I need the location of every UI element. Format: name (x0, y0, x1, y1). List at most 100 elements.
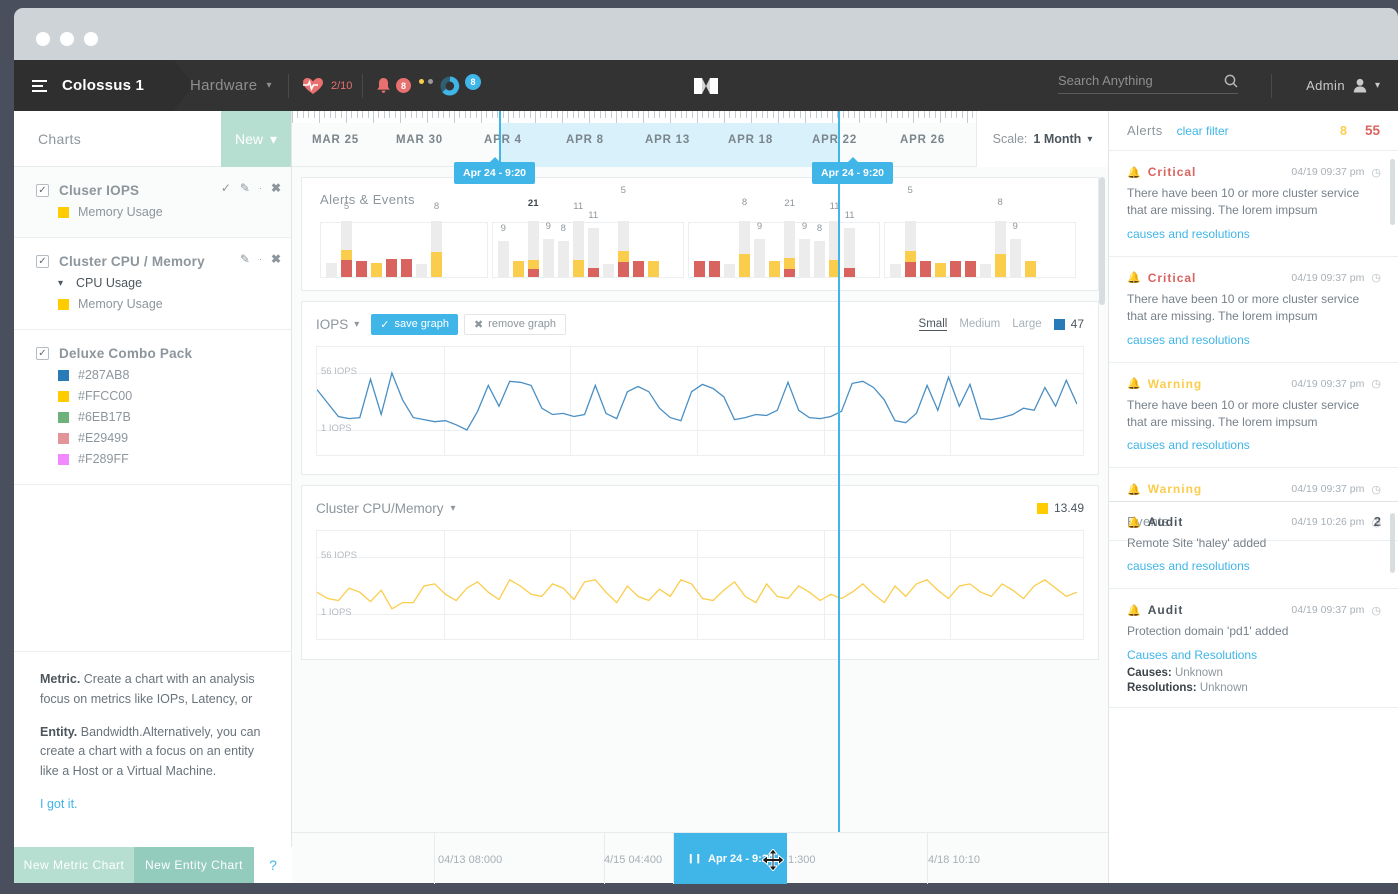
bar-column[interactable] (415, 221, 428, 277)
edit-pencil-icon[interactable]: ✎ (240, 253, 250, 265)
bar-column[interactable] (1024, 221, 1037, 277)
hamburger-menu-icon[interactable] (32, 80, 47, 92)
bar-column[interactable]: 5 (617, 221, 630, 277)
event-causes-link[interactable]: causes and resolutions (1127, 559, 1250, 573)
bar-column[interactable] (919, 221, 932, 277)
alerts-list[interactable]: 🔔 Critical 04/19 09:37 pm ◷ There have b… (1109, 151, 1398, 501)
series-row[interactable]: #E29499 (14, 431, 291, 445)
bar-column[interactable] (723, 221, 736, 277)
bar-column[interactable]: 8 (813, 221, 826, 277)
close-icon[interactable]: ✖ (271, 253, 281, 265)
chevron-down-icon[interactable]: ▾ (354, 319, 359, 330)
bar-column[interactable]: 8 (994, 221, 1007, 277)
remove-graph-button[interactable]: ✖ remove graph (464, 314, 566, 335)
chart-group-cluser-iops[interactable]: ✓ Cluser IOPS ✓ ✎ · ✖ Memory Usage (14, 167, 291, 238)
chevron-down-icon[interactable]: ▾ (58, 278, 63, 289)
bar-column[interactable] (1039, 221, 1052, 277)
timeline-scrubber[interactable]: 04/13 08:000 4/15 04:400 1:300 4/18 10:1… (292, 832, 1108, 883)
cursor-flag-left[interactable]: Apr 24 - 9:20 (454, 162, 535, 184)
window-controls[interactable] (36, 32, 98, 46)
size-option-small[interactable]: Small (919, 318, 948, 331)
bar-column[interactable] (355, 221, 368, 277)
chart-group-cluster-cpu-memory[interactable]: ✓ Cluster CPU / Memory ✎ · ✖ ▾ CPU Usage… (14, 238, 291, 330)
event-list-item[interactable]: 🔔 Audit 04/19 09:37 pm ◷ Protection doma… (1109, 589, 1398, 707)
bar-column[interactable]: 8 (557, 221, 570, 277)
bar-column[interactable] (647, 221, 660, 277)
bar-column[interactable] (632, 221, 645, 277)
bar-column[interactable] (979, 221, 992, 277)
series-row[interactable]: #FFCC00 (14, 389, 291, 403)
clock-icon[interactable]: ◷ (1371, 271, 1381, 284)
size-option-medium[interactable]: Medium (959, 318, 1000, 330)
clear-filter-link[interactable]: clear filter (1177, 124, 1229, 138)
new-chart-button[interactable]: New ▾ (221, 111, 291, 167)
bar-column[interactable]: 9 (1009, 221, 1022, 277)
chart-group-deluxe-combo-pack[interactable]: ✓ Deluxe Combo Pack #287AB8 #FFCC00 #6EB… (14, 330, 291, 485)
events-scrollbar[interactable] (1390, 513, 1395, 573)
event-causes-link[interactable]: Causes and Resolutions (1127, 648, 1257, 662)
clock-icon[interactable]: ◷ (1371, 483, 1381, 496)
close-icon[interactable]: ✖ (271, 182, 281, 194)
alert-list-item[interactable]: 🔔 Warning 04/19 09:37 pm ◷ There have be… (1109, 363, 1398, 469)
bar-column[interactable] (370, 221, 383, 277)
bar-column[interactable] (949, 221, 962, 277)
alert-list-item[interactable]: 🔔 Critical 04/19 09:37 pm ◷ There have b… (1109, 257, 1398, 363)
bar-column[interactable]: 11 (843, 221, 856, 277)
alert-causes-link[interactable]: causes and resolutions (1127, 227, 1250, 241)
bar-column[interactable]: 8 (430, 221, 443, 277)
bar-column[interactable]: 9 (497, 221, 510, 277)
bar-column[interactable]: 21 (783, 221, 796, 277)
series-row[interactable]: ▾ CPU Usage (14, 276, 291, 290)
hardware-dropdown[interactable]: Hardware ▾ (190, 60, 271, 111)
bar-column[interactable] (934, 221, 947, 277)
clock-icon[interactable]: ◷ (1371, 377, 1381, 390)
bar-column[interactable]: 8 (738, 221, 751, 277)
series-row[interactable]: #6EB17B (14, 410, 291, 424)
alert-causes-link[interactable]: causes and resolutions (1127, 333, 1250, 347)
event-list-item[interactable]: 🔔 Audit 04/19 10:26 pm ◷ Remote Site 'ha… (1109, 501, 1398, 589)
more-dot-icon[interactable]: · (259, 255, 262, 264)
chart-group-checkbox[interactable]: ✓ (36, 347, 49, 360)
clock-icon[interactable]: ◷ (1371, 604, 1381, 617)
confirm-icon[interactable]: ✓ (221, 182, 231, 194)
bar-column[interactable] (889, 221, 902, 277)
bar-column[interactable]: 21 (527, 221, 540, 277)
bar-column[interactable]: 5 (340, 221, 353, 277)
alert-causes-link[interactable]: causes and resolutions (1127, 438, 1250, 452)
window-close-dot[interactable] (36, 32, 50, 46)
bar-column[interactable] (385, 221, 398, 277)
window-minimize-dot[interactable] (60, 32, 74, 46)
pause-icon[interactable]: ❙❙ (687, 853, 702, 864)
series-row[interactable]: Memory Usage (14, 297, 291, 311)
timeline-cursor-line-right[interactable] (838, 111, 840, 832)
search-icon[interactable] (1224, 74, 1238, 88)
series-row[interactable]: #287AB8 (14, 368, 291, 382)
cpu-line-plot[interactable]: 56 IOPS1 IOPS (316, 530, 1084, 640)
bar-column[interactable]: 9 (753, 221, 766, 277)
alerts-events-bar-chart[interactable]: 5892198111158921981111589 (320, 222, 1076, 278)
series-row[interactable]: Memory Usage (14, 205, 291, 219)
bar-column[interactable] (708, 221, 721, 277)
cursor-flag-right[interactable]: Apr 24 - 9:20 (812, 162, 893, 184)
bar-column[interactable]: 11 (587, 221, 600, 277)
chart-group-checkbox[interactable]: ✓ (36, 184, 49, 197)
window-maximize-dot[interactable] (84, 32, 98, 46)
bar-column[interactable]: 5 (904, 221, 917, 277)
new-metric-chart-button[interactable]: New Metric Chart (14, 847, 134, 883)
clock-icon[interactable]: ◷ (1371, 516, 1381, 529)
edit-pencil-icon[interactable]: ✎ (240, 182, 250, 194)
clock-icon[interactable]: ◷ (1371, 166, 1381, 179)
admin-menu[interactable]: Admin ▾ (1306, 60, 1380, 111)
bar-column[interactable] (602, 221, 615, 277)
more-dot-icon[interactable]: · (259, 184, 262, 193)
bar-column[interactable]: 11 (572, 221, 585, 277)
size-option-large[interactable]: Large (1012, 318, 1041, 330)
bar-column[interactable] (964, 221, 977, 277)
save-graph-button[interactable]: ✓ save graph (371, 314, 458, 335)
bar-column[interactable] (512, 221, 525, 277)
health-status-indicator[interactable]: 2/10 (302, 60, 352, 111)
bar-column[interactable]: 9 (798, 221, 811, 277)
events-list[interactable]: 🔔 Audit 04/19 10:26 pm ◷ Remote Site 'ha… (1109, 501, 1398, 708)
scale-selector[interactable]: Scale: 1 Month ▾ (976, 111, 1108, 167)
bar-column[interactable] (325, 221, 338, 277)
